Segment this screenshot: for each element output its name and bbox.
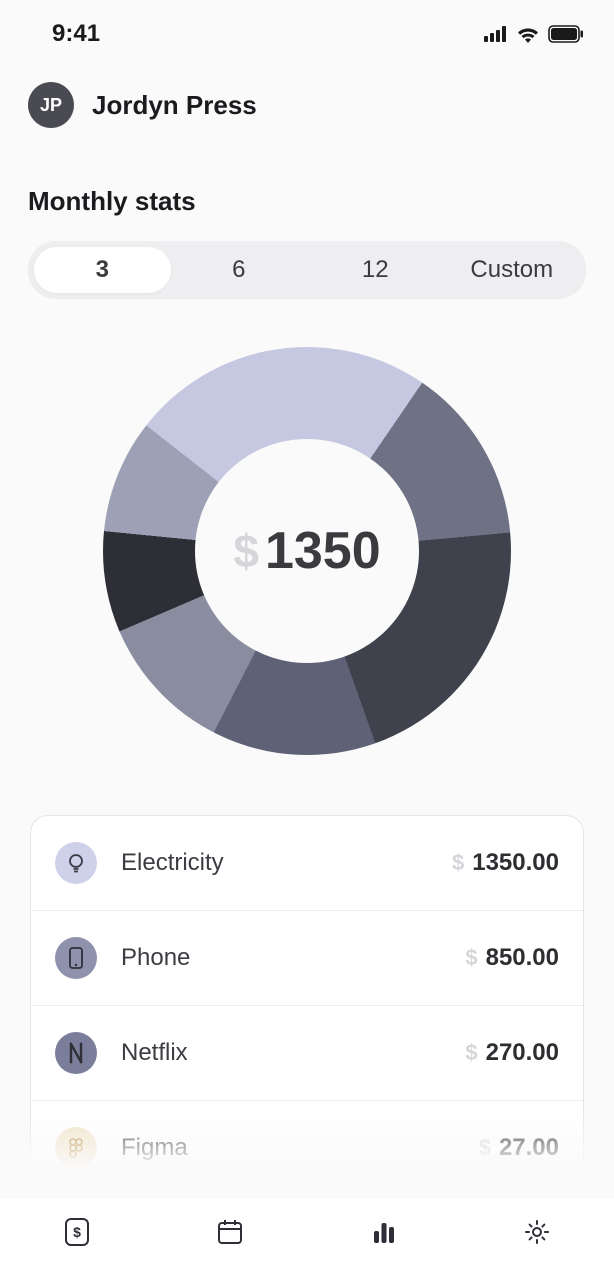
figma-icon: [55, 1127, 97, 1169]
nav-stats[interactable]: [364, 1212, 404, 1252]
expense-list[interactable]: Electricity $1350.00 Phone $850.00 Netflix $2…: [30, 815, 584, 1196]
expense-name: Electricity: [121, 849, 428, 877]
stats-icon: [369, 1217, 399, 1247]
bottom-nav: $: [0, 1197, 614, 1265]
chart-center: $ 1350: [195, 439, 419, 663]
svg-text:$: $: [73, 1224, 81, 1240]
period-tabs: 3 6 12 Custom: [28, 241, 586, 299]
spend-chart: $ 1350: [0, 299, 614, 785]
cellular-icon: [484, 26, 508, 42]
status-bar: 9:41: [0, 0, 614, 66]
expense-row[interactable]: Netflix $270.00: [31, 1006, 583, 1101]
expense-row[interactable]: Phone $850.00: [31, 911, 583, 1006]
expense-row[interactable]: Figma $27.00: [31, 1101, 583, 1195]
tab-6[interactable]: 6: [171, 247, 308, 293]
nav-settings[interactable]: [517, 1212, 557, 1252]
profile-name: Jordyn Press: [92, 90, 257, 121]
expense-amount: $1350.00: [452, 849, 559, 877]
tab-3[interactable]: 3: [34, 247, 171, 293]
wifi-icon: [516, 25, 540, 43]
nav-calendar[interactable]: [210, 1212, 250, 1252]
expense-name: Figma: [121, 1134, 455, 1162]
phone-icon: [55, 937, 97, 979]
nav-money[interactable]: $: [57, 1212, 97, 1252]
tab-custom[interactable]: Custom: [444, 247, 581, 293]
tab-12[interactable]: 12: [307, 247, 444, 293]
status-indicators: [484, 25, 584, 43]
netflix-icon: [55, 1032, 97, 1074]
calendar-icon: [215, 1217, 245, 1247]
expense-name: Phone: [121, 944, 441, 972]
expense-name: Netflix: [121, 1039, 441, 1067]
currency-symbol: $: [233, 524, 259, 578]
chart-total: 1350: [265, 521, 381, 581]
expense-amount: $270.00: [465, 1039, 559, 1067]
page-title: Monthly stats: [0, 152, 614, 235]
avatar: JP: [28, 82, 74, 128]
expense-amount: $27.00: [479, 1134, 559, 1162]
expense-amount: $850.00: [465, 944, 559, 972]
expense-row[interactable]: Electricity $1350.00: [31, 816, 583, 911]
money-icon: $: [62, 1216, 92, 1248]
profile-row[interactable]: JP Jordyn Press: [0, 66, 614, 152]
gear-icon: [522, 1217, 552, 1247]
bulb-icon: [55, 842, 97, 884]
clock: 9:41: [52, 20, 100, 48]
battery-icon: [548, 25, 584, 43]
